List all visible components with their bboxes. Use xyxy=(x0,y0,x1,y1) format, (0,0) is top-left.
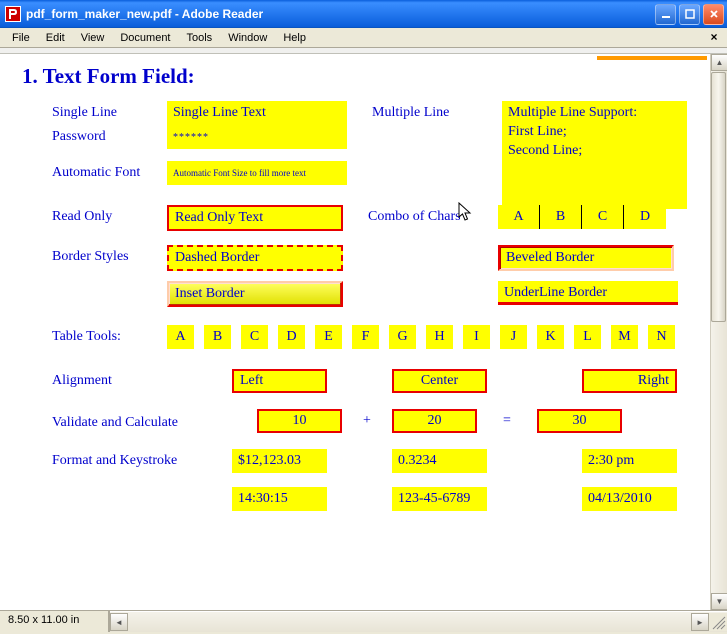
table-cell[interactable]: E xyxy=(315,325,342,349)
scroll-down-button[interactable]: ▼ xyxy=(711,593,727,610)
vertical-scrollbar[interactable]: ▲ ▼ xyxy=(710,54,727,610)
menu-edit[interactable]: Edit xyxy=(38,30,73,46)
label-validate-calc: Validate and Calculate xyxy=(22,411,257,431)
menu-close-x-button[interactable]: × xyxy=(707,31,721,45)
table-cell[interactable]: D xyxy=(278,325,305,349)
table-cell[interactable]: H xyxy=(426,325,453,349)
label-automatic-font: Automatic Font xyxy=(22,161,167,181)
field-dashed-border[interactable]: Dashed Border xyxy=(167,245,343,271)
field-calc-a[interactable]: 10 xyxy=(257,409,342,433)
window-title: pdf_form_maker_new.pdf - Adobe Reader xyxy=(26,7,655,21)
window-close-button[interactable] xyxy=(703,4,724,25)
field-automatic-font[interactable]: Automatic Font Size to fill more text xyxy=(167,161,347,185)
field-format-date[interactable]: 04/13/2010 xyxy=(582,487,677,511)
field-format-time24[interactable]: 14:30:15 xyxy=(232,487,327,511)
label-combo-chars: Combo of Chars xyxy=(343,205,498,225)
menu-bar: File Edit View Document Tools Window Hel… xyxy=(0,28,727,48)
field-password[interactable]: ****** xyxy=(167,125,347,149)
table-cell[interactable]: M xyxy=(611,325,638,349)
menu-view[interactable]: View xyxy=(73,30,113,46)
section-heading: 1. Text Form Field: xyxy=(22,64,709,89)
window-maximize-button[interactable] xyxy=(679,4,700,25)
label-read-only: Read Only xyxy=(22,205,167,225)
field-format-decimal[interactable]: 0.3234 xyxy=(392,449,487,473)
label-format-key: Format and Keystroke xyxy=(22,449,232,469)
label-table-tools: Table Tools: xyxy=(22,325,167,345)
scroll-left-button[interactable]: ◄ xyxy=(110,613,128,631)
field-format-time12[interactable]: 2:30 pm xyxy=(582,449,677,473)
page-dimensions: 8.50 x 11.00 in xyxy=(0,611,110,632)
field-single-line[interactable]: Single Line Text xyxy=(167,101,347,125)
field-align-left[interactable]: Left xyxy=(232,369,327,393)
partial-toolbar-fragment xyxy=(597,56,707,60)
table-cell[interactable]: B xyxy=(204,325,231,349)
document-viewport: 1. Text Form Field: Single Line Single L… xyxy=(0,54,727,610)
table-cell[interactable]: N xyxy=(648,325,675,349)
menu-window[interactable]: Window xyxy=(220,30,275,46)
table-cell[interactable]: F xyxy=(352,325,379,349)
table-cell[interactable]: C xyxy=(241,325,268,349)
table-tools-row: A B C D E F G H I J K L M N xyxy=(167,325,675,349)
field-beveled-border[interactable]: Beveled Border xyxy=(498,245,674,271)
menu-document[interactable]: Document xyxy=(112,30,178,46)
combo-char-cell[interactable]: A xyxy=(498,205,540,229)
horizontal-scrollbar[interactable]: ◄ ► xyxy=(110,611,727,632)
field-underline-border[interactable]: UnderLine Border xyxy=(498,281,678,305)
scroll-up-button[interactable]: ▲ xyxy=(711,54,727,71)
field-format-ssn[interactable]: 123-45-6789 xyxy=(392,487,487,511)
status-bar: 8.50 x 11.00 in ◄ ► xyxy=(0,610,727,632)
window-minimize-button[interactable] xyxy=(655,4,676,25)
table-cell[interactable]: K xyxy=(537,325,564,349)
resize-grip[interactable] xyxy=(709,613,727,631)
scroll-right-button[interactable]: ► xyxy=(691,613,709,631)
menu-file[interactable]: File xyxy=(4,30,38,46)
window-titlebar: pdf_form_maker_new.pdf - Adobe Reader xyxy=(0,0,727,28)
menu-tools[interactable]: Tools xyxy=(179,30,221,46)
field-multiple-line[interactable]: Multiple Line Support: First Line; Secon… xyxy=(502,101,687,209)
combo-char-cell[interactable]: C xyxy=(582,205,624,229)
field-inset-border[interactable]: Inset Border xyxy=(167,281,343,307)
table-cell[interactable]: L xyxy=(574,325,601,349)
field-calc-b[interactable]: 20 xyxy=(392,409,477,433)
adobe-reader-icon xyxy=(5,6,21,22)
label-multiple-line: Multiple Line xyxy=(347,101,502,121)
label-password: Password xyxy=(22,125,167,145)
label-single-line: Single Line xyxy=(22,101,167,121)
label-border-styles: Border Styles xyxy=(22,245,167,265)
field-format-currency[interactable]: $12,123.03 xyxy=(232,449,327,473)
field-read-only: Read Only Text xyxy=(167,205,343,231)
field-calc-c[interactable]: 30 xyxy=(537,409,622,433)
menu-help[interactable]: Help xyxy=(275,30,314,46)
table-cell[interactable]: A xyxy=(167,325,194,349)
combo-char-cell[interactable]: B xyxy=(540,205,582,229)
operator-plus: + xyxy=(342,413,392,429)
table-cell[interactable]: J xyxy=(500,325,527,349)
table-cell[interactable]: G xyxy=(389,325,416,349)
label-alignment: Alignment xyxy=(22,369,232,389)
field-align-right[interactable]: Right xyxy=(582,369,677,393)
field-combo-chars[interactable]: A B C D xyxy=(498,205,666,229)
field-align-center[interactable]: Center xyxy=(392,369,487,393)
scroll-thumb[interactable] xyxy=(711,72,726,322)
combo-char-cell[interactable]: D xyxy=(624,205,666,229)
table-cell[interactable]: I xyxy=(463,325,490,349)
operator-equals: = xyxy=(477,413,537,429)
